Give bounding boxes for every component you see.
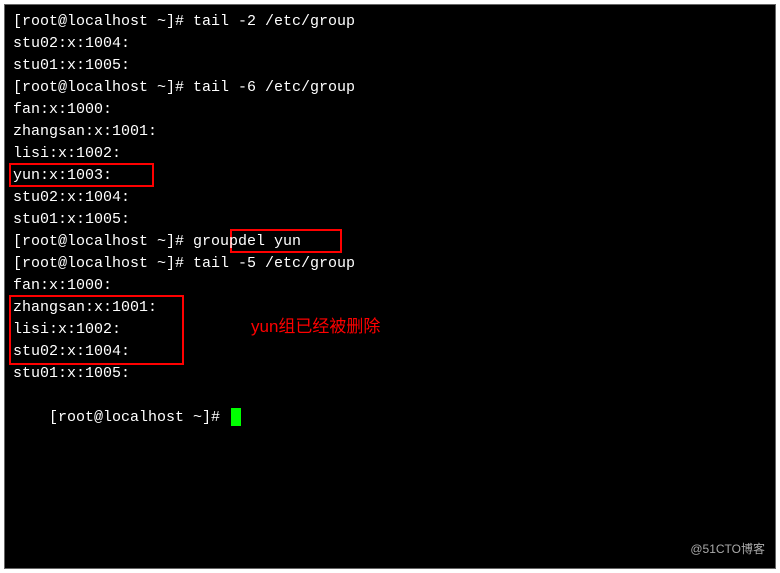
terminal-line: zhangsan:x:1001: <box>13 297 767 319</box>
terminal-line: stu01:x:1005: <box>13 209 767 231</box>
terminal-window[interactable]: [root@localhost ~]# tail -2 /etc/group s… <box>4 4 776 569</box>
terminal-line: stu02:x:1004: <box>13 341 767 363</box>
terminal-line: fan:x:1000: <box>13 275 767 297</box>
watermark-text: @51CTO博客 <box>690 538 765 560</box>
terminal-line: [root@localhost ~]# groupdel yun <box>13 231 767 253</box>
terminal-line: [root@localhost ~]# tail -2 /etc/group <box>13 11 767 33</box>
terminal-line: fan:x:1000: <box>13 99 767 121</box>
terminal-line: [root@localhost ~]# tail -6 /etc/group <box>13 77 767 99</box>
terminal-line: stu01:x:1005: <box>13 55 767 77</box>
terminal-line: [root@localhost ~]# tail -5 /etc/group <box>13 253 767 275</box>
terminal-line: yun:x:1003: <box>13 165 767 187</box>
terminal-line: stu01:x:1005: <box>13 363 767 385</box>
terminal-line: stu02:x:1004: <box>13 33 767 55</box>
cursor-block <box>231 408 241 426</box>
terminal-line: zhangsan:x:1001: <box>13 121 767 143</box>
terminal-prompt-line[interactable]: [root@localhost ~]# <box>13 385 767 451</box>
terminal-line: lisi:x:1002: <box>13 143 767 165</box>
annotation-text: yun组已经被删除 <box>251 316 380 338</box>
terminal-line: stu02:x:1004: <box>13 187 767 209</box>
terminal-line: lisi:x:1002: <box>13 319 767 341</box>
prompt-text: [root@localhost ~]# <box>49 409 229 426</box>
